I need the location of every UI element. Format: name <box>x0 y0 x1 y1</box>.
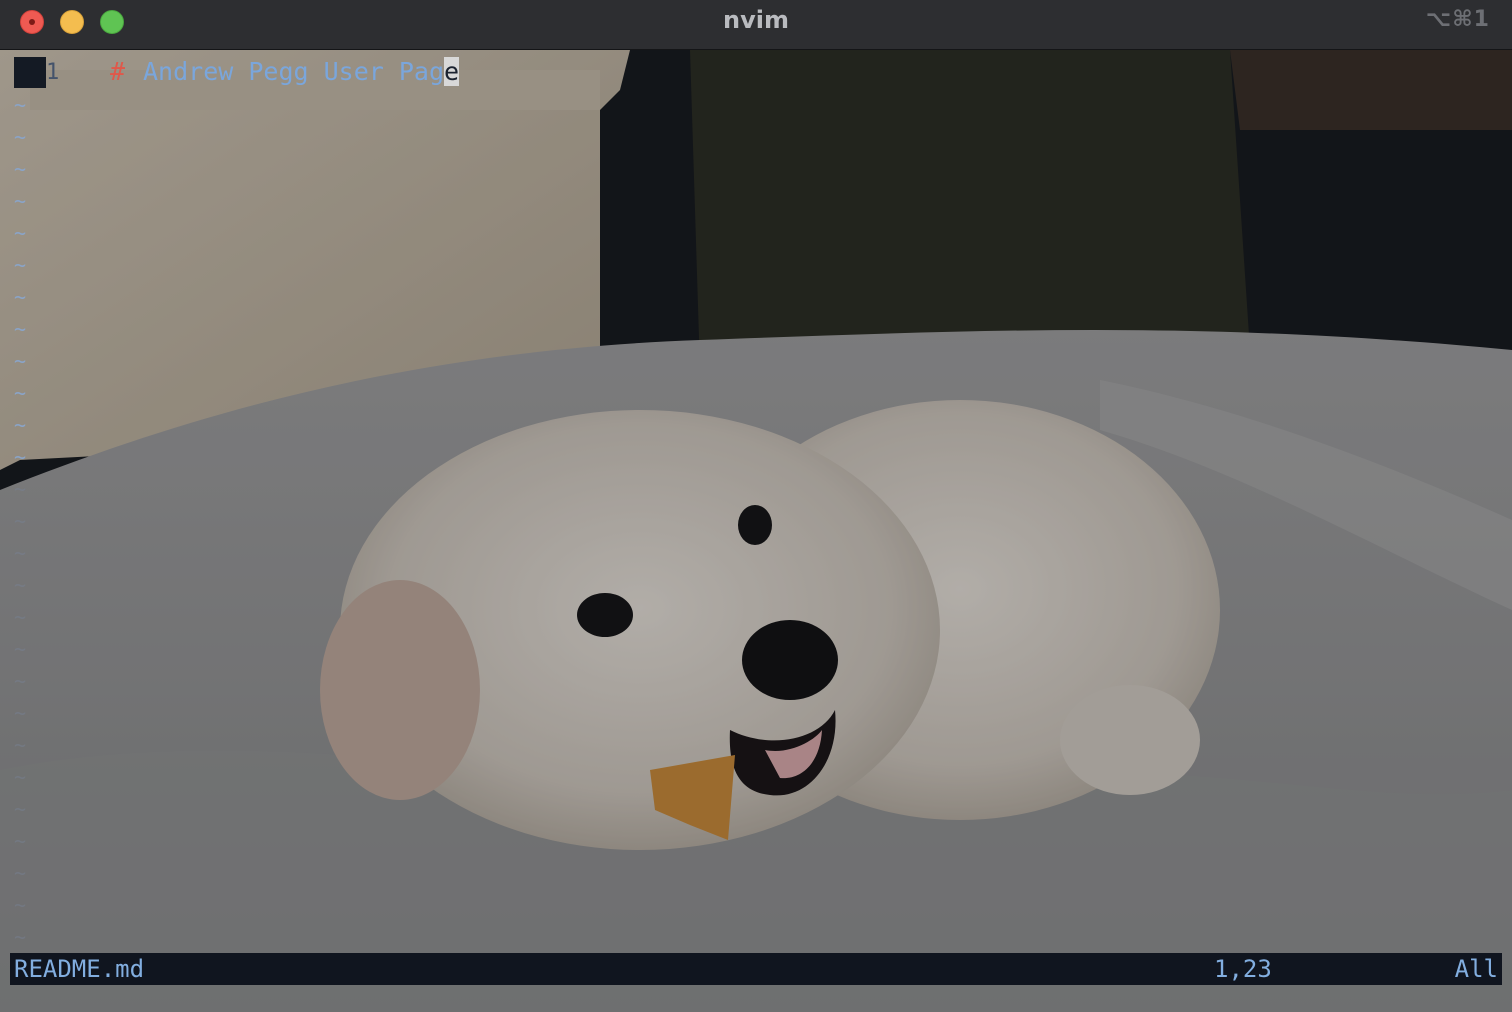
empty-line-marker: ~ <box>14 189 27 213</box>
empty-line-marker: ~ <box>14 93 27 117</box>
status-line: README.md 1,23 All <box>10 953 1502 985</box>
empty-line-marker: ~ <box>14 573 27 597</box>
empty-line-marker: ~ <box>14 381 27 405</box>
status-filename: README.md <box>14 955 145 983</box>
window-title: nvim <box>723 6 789 34</box>
empty-line-marker: ~ <box>14 221 27 245</box>
empty-line-marker: ~ <box>14 829 27 853</box>
empty-line-marker: ~ <box>14 253 27 277</box>
empty-line-marker: ~ <box>14 285 27 309</box>
status-cursor-position: 1,23 <box>1214 955 1272 983</box>
text-cursor: e <box>444 57 460 86</box>
heading-marker: # <box>110 57 126 86</box>
empty-line-marker: ~ <box>14 125 27 149</box>
empty-line-marker: ~ <box>14 605 27 629</box>
empty-line-marker: ~ <box>14 893 27 917</box>
empty-line-marker: ~ <box>14 925 27 949</box>
empty-line-marker: ~ <box>14 861 27 885</box>
empty-line-marker: ~ <box>14 765 27 789</box>
line-number: 1 <box>46 60 60 85</box>
empty-line-marker: ~ <box>14 477 27 501</box>
empty-line-marker: ~ <box>14 701 27 725</box>
editor-buffer[interactable]: 1 # Andrew Pegg User Page ~ ~ ~ ~ ~ ~ ~ … <box>0 50 1512 950</box>
empty-line-marker: ~ <box>14 445 27 469</box>
empty-line-marker: ~ <box>14 797 27 821</box>
empty-line-marker: ~ <box>14 733 27 757</box>
window-shortcut: ⌥⌘1 <box>1425 7 1490 32</box>
heading-text: Andrew Pegg User Pag <box>143 57 445 86</box>
title-bar: nvim ⌥⌘1 <box>0 0 1512 50</box>
empty-line-marker: ~ <box>14 349 27 373</box>
empty-line-marker: ~ <box>14 413 27 437</box>
empty-line-marker: ~ <box>14 541 27 565</box>
terminal-window: nvim ⌥⌘1 1 # Andrew Pegg User Page ~ ~ ~… <box>0 0 1512 1012</box>
empty-line-marker: ~ <box>14 509 27 533</box>
status-scroll-indicator: All <box>1454 955 1498 983</box>
empty-line-marker: ~ <box>14 669 27 693</box>
sign-column <box>14 57 46 88</box>
empty-line-marker: ~ <box>14 157 27 181</box>
empty-line-marker: ~ <box>14 637 27 661</box>
heading-line[interactable]: Andrew Pegg User Page <box>143 57 460 86</box>
empty-line-marker: ~ <box>14 317 27 341</box>
